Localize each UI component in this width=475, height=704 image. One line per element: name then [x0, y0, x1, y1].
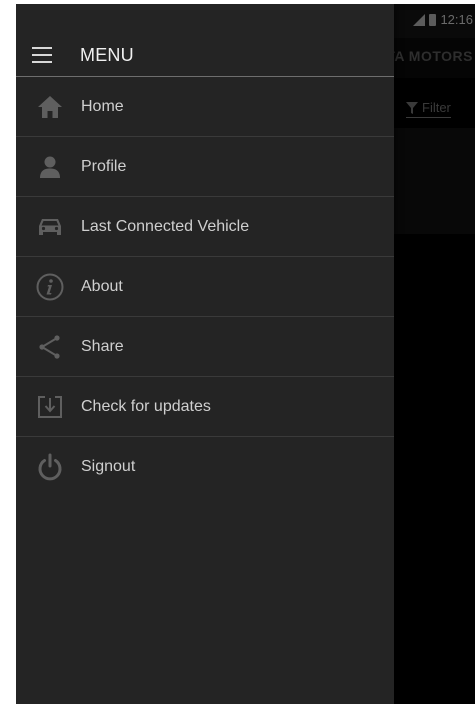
power-icon: [36, 453, 64, 481]
menu-item-label: Home: [81, 97, 124, 115]
profile-icon: [36, 153, 64, 181]
app-screen: 12:16 TA MOTORS Filter MENU Home Profile…: [16, 4, 475, 704]
status-time: 12:16: [440, 12, 473, 27]
menu-item-signout[interactable]: Signout: [16, 437, 394, 497]
menu-item-label: Last Connected Vehicle: [81, 217, 250, 235]
menu-item-home[interactable]: Home: [16, 77, 394, 137]
drawer-menu-list: Home Profile Last Connected Vehicle Abou…: [16, 77, 394, 497]
navigation-drawer: MENU Home Profile Last Connected Vehicle…: [16, 4, 394, 704]
car-icon: [36, 213, 64, 241]
download-icon: [36, 393, 64, 421]
share-icon: [36, 333, 64, 361]
status-indicators: 12:16: [413, 12, 473, 27]
drawer-title: MENU: [80, 44, 134, 65]
signal-icon: [413, 13, 426, 26]
hamburger-menu-icon[interactable]: [32, 47, 52, 63]
menu-item-last-connected-vehicle[interactable]: Last Connected Vehicle: [16, 197, 394, 257]
menu-item-profile[interactable]: Profile: [16, 137, 394, 197]
menu-item-label: About: [81, 277, 123, 295]
battery-icon: [429, 13, 437, 26]
home-icon: [36, 93, 64, 121]
drawer-header: MENU: [16, 34, 394, 77]
menu-item-label: Check for updates: [81, 397, 211, 415]
menu-item-label: Share: [81, 337, 124, 355]
filter-label: Filter: [422, 100, 451, 115]
menu-item-share[interactable]: Share: [16, 317, 394, 377]
menu-item-label: Profile: [81, 157, 127, 175]
menu-item-label: Signout: [81, 458, 136, 475]
filter-button[interactable]: Filter: [406, 100, 451, 118]
funnel-icon: [406, 101, 418, 114]
menu-item-check-for-updates[interactable]: Check for updates: [16, 377, 394, 437]
brand-logo-text: TA MOTORS: [386, 48, 473, 64]
info-icon: [36, 273, 64, 301]
menu-item-about[interactable]: About: [16, 257, 394, 317]
